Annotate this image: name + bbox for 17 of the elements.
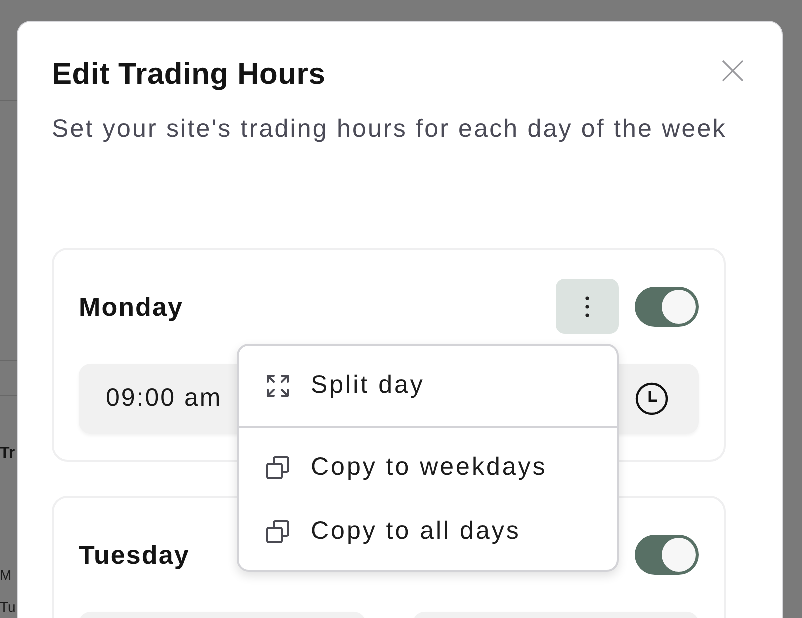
dialog-subtitle: Set your site's trading hours for each day of the week	[52, 114, 728, 144]
copy-icon	[266, 456, 290, 480]
day-name: Monday	[79, 292, 184, 322]
expand-icon	[266, 374, 290, 398]
page-heading-text: Tr	[0, 444, 16, 464]
toggle-switch[interactable]	[635, 286, 699, 326]
dialog-title: Edit Trading Hours	[52, 58, 326, 92]
copy-icon	[266, 520, 290, 544]
toggle-switch[interactable]	[635, 534, 699, 574]
close-icon	[722, 60, 744, 82]
more-vertical-icon	[585, 296, 590, 318]
menu-item[interactable]: Copy to all days	[239, 500, 617, 564]
menu-item[interactable]: Copy to weekdays	[239, 436, 617, 500]
list-row-text: Tu	[0, 599, 17, 615]
day-name: Tuesday	[79, 540, 190, 570]
list-row-text: M	[0, 567, 13, 583]
close-button[interactable]	[720, 58, 746, 84]
